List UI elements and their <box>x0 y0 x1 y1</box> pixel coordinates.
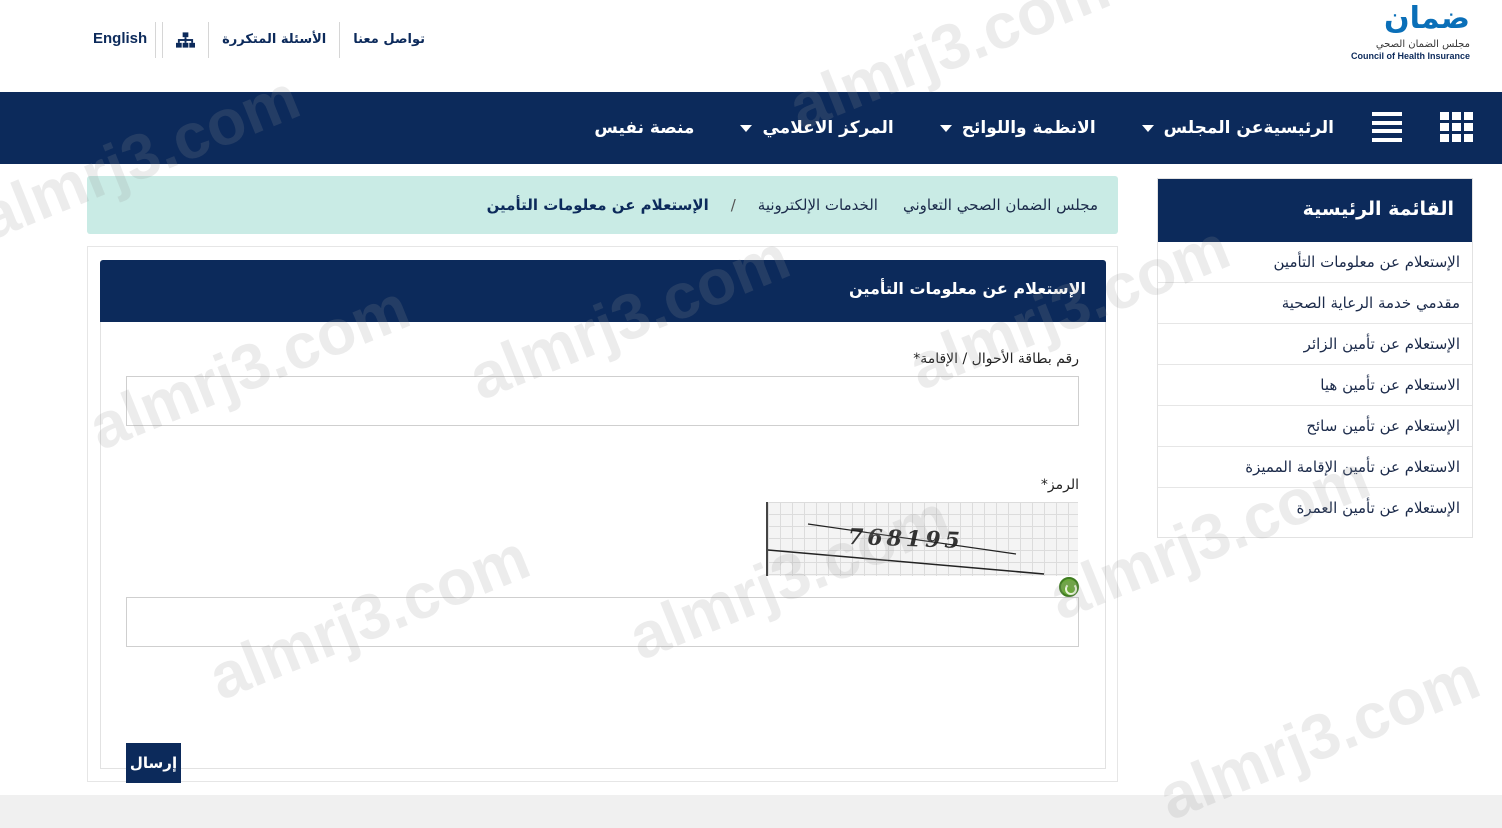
sidebar-item-premium-residency[interactable]: الاستعلام عن تأمين الإقامة المميزة <box>1158 447 1472 488</box>
nav-item-label: منصة نفيس <box>594 118 695 138</box>
chevron-down-icon <box>740 124 753 132</box>
nav-item-label: الانظمة واللوائح <box>961 118 1096 138</box>
captcha-label: الرمز* <box>1040 477 1079 493</box>
id-number-label: رقم بطاقة الأحوال / الإقامة* <box>913 351 1079 367</box>
breadcrumb-current: الإستعلام عن معلومات التأمين <box>486 196 709 214</box>
sidebar-item-visitor-insurance[interactable]: الإستعلام عن تأمين الزائر <box>1158 324 1472 365</box>
hamburger-menu-icon[interactable] <box>1372 112 1402 142</box>
nav-item-label: عن المجلس <box>1163 118 1264 138</box>
faq-link[interactable]: الأسئلة المتكررة <box>208 22 339 58</box>
site-logo[interactable]: ضمان مجلس الضمان الصحي Council of Health… <box>1340 2 1470 68</box>
captcha-input[interactable] <box>126 597 1079 647</box>
sitemap-icon <box>176 32 196 48</box>
top-header: ضمان مجلس الضمان الصحي Council of Health… <box>0 0 1502 92</box>
nav-item-label: المركز الاعلامي <box>762 118 894 138</box>
apps-grid-icon[interactable] <box>1440 112 1474 142</box>
sidebar-item-healthcare-providers[interactable]: مقدمي خدمة الرعاية الصحية <box>1158 283 1472 324</box>
divider <box>155 22 156 58</box>
chevron-down-icon <box>939 124 952 132</box>
logo-english-name: Council of Health Insurance <box>1350 51 1470 61</box>
main-nav: الرئيسية عن المجلس الانظمة واللوائح المر… <box>0 92 1502 164</box>
captcha-image: 768195 <box>766 502 1078 576</box>
sidebar-title: القائمة الرئيسية <box>1158 179 1472 242</box>
id-number-input[interactable] <box>126 376 1079 426</box>
footer-band <box>0 795 1502 828</box>
breadcrumb-item-council[interactable]: مجلس الضمان الصحي التعاوني <box>903 196 1098 214</box>
contact-link[interactable]: تواصل معنا <box>339 22 438 58</box>
sidebar: القائمة الرئيسية الإستعلام عن معلومات ال… <box>1157 178 1473 538</box>
refresh-captcha-icon[interactable] <box>1059 577 1079 597</box>
breadcrumb-separator: / <box>730 196 736 214</box>
breadcrumb-item-eservices[interactable]: الخدمات الإلكترونية <box>758 196 878 214</box>
submit-button[interactable]: إرسال <box>126 743 181 783</box>
chevron-down-icon <box>1141 124 1154 132</box>
nav-item-media-center[interactable]: المركز الاعلامي <box>740 118 894 138</box>
sidebar-item-umrah-insurance[interactable]: الإستعلام عن تأمين العمرة <box>1158 488 1472 529</box>
logo-arabic-name: مجلس الضمان الصحي <box>1375 39 1470 50</box>
logo-mark: ضمان <box>1384 1 1470 36</box>
language-switch[interactable]: English <box>93 30 147 47</box>
top-links: الأسئلة المتكررة تواصل معنا <box>162 22 438 58</box>
nav-item-label: الرئيسية <box>1263 118 1334 138</box>
sidebar-item-tourist-insurance[interactable]: الإستعلام عن تأمين سائح <box>1158 406 1472 447</box>
sidebar-item-insurance-info[interactable]: الإستعلام عن معلومات التأمين <box>1158 242 1472 283</box>
nav-item-home[interactable]: الرئيسية <box>1263 118 1334 138</box>
sitemap-link[interactable] <box>162 22 208 58</box>
nav-item-nafees[interactable]: منصة نفيس <box>594 118 694 138</box>
nav-items: الرئيسية عن المجلس الانظمة واللوائح المر… <box>548 92 1334 164</box>
nav-item-regulations[interactable]: الانظمة واللوائح <box>939 118 1096 138</box>
breadcrumb: مجلس الضمان الصحي التعاوني الخدمات الإلك… <box>87 176 1118 234</box>
sidebar-item-hayya-insurance[interactable]: الاستعلام عن تأمين هيا <box>1158 365 1472 406</box>
nav-item-about[interactable]: عن المجلس <box>1141 118 1264 138</box>
form-title: الإستعلام عن معلومات التأمين <box>100 260 1106 322</box>
captcha-lines <box>768 523 1045 575</box>
